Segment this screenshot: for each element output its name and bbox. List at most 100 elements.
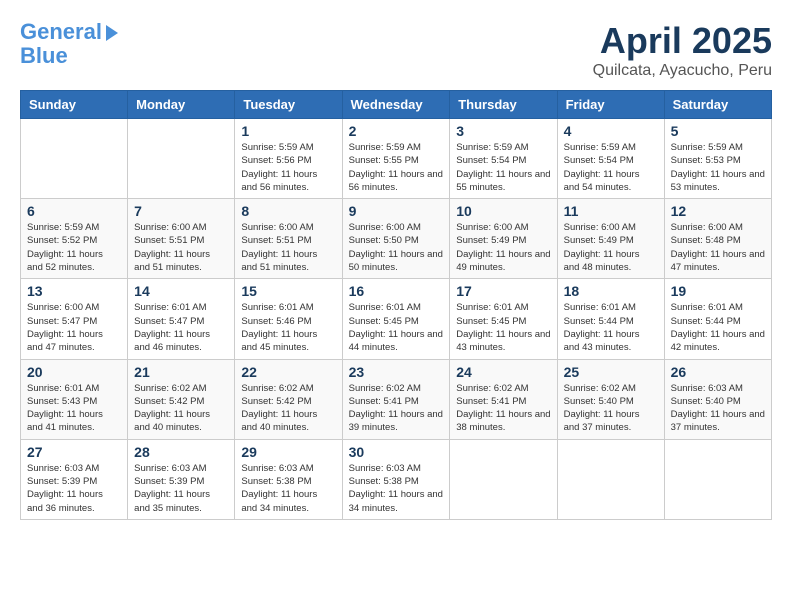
calendar-cell: 3 Sunrise: 5:59 AM Sunset: 5:54 PM Daylig… [450,119,557,199]
header-day-sunday: Sunday [21,91,128,119]
day-info: Sunrise: 6:00 AM Sunset: 5:49 PM Dayligh… [564,221,658,274]
day-number: 17 [456,283,550,299]
day-info: Sunrise: 6:03 AM Sunset: 5:38 PM Dayligh… [241,462,335,515]
logo-line1: General [20,19,102,44]
day-number: 20 [27,364,121,380]
day-number: 29 [241,444,335,460]
calendar-cell [664,439,771,519]
calendar-cell: 11 Sunrise: 6:00 AM Sunset: 5:49 PM Dayli… [557,199,664,279]
day-number: 15 [241,283,335,299]
day-info: Sunrise: 6:03 AM Sunset: 5:38 PM Dayligh… [349,462,444,515]
day-info: Sunrise: 6:00 AM Sunset: 5:51 PM Dayligh… [241,221,335,274]
header-day-monday: Monday [128,91,235,119]
calendar-cell: 14 Sunrise: 6:01 AM Sunset: 5:47 PM Dayli… [128,279,235,359]
day-info: Sunrise: 5:59 AM Sunset: 5:56 PM Dayligh… [241,141,335,194]
calendar-cell: 24 Sunrise: 6:02 AM Sunset: 5:41 PM Dayli… [450,359,557,439]
day-info: Sunrise: 5:59 AM Sunset: 5:54 PM Dayligh… [456,141,550,194]
header-day-friday: Friday [557,91,664,119]
day-number: 19 [671,283,765,299]
calendar-cell: 7 Sunrise: 6:00 AM Sunset: 5:51 PM Daylig… [128,199,235,279]
day-number: 5 [671,123,765,139]
calendar-cell: 4Sunrise: 5:59 AM Sunset: 5:54 PM Daylig… [557,119,664,199]
calendar-week-2: 6 Sunrise: 5:59 AM Sunset: 5:52 PM Daylig… [21,199,772,279]
day-number: 13 [27,283,121,299]
day-number: 14 [134,283,228,299]
day-number: 23 [349,364,444,380]
calendar-cell: 16 Sunrise: 6:01 AM Sunset: 5:45 PM Dayli… [342,279,450,359]
day-number: 11 [564,203,658,219]
calendar-week-3: 13 Sunrise: 6:00 AM Sunset: 5:47 PM Dayli… [21,279,772,359]
calendar-cell: 17 Sunrise: 6:01 AM Sunset: 5:45 PM Dayli… [450,279,557,359]
day-info: Sunrise: 6:02 AM Sunset: 5:41 PM Dayligh… [349,382,444,435]
day-number: 16 [349,283,444,299]
calendar-cell: 26 Sunrise: 6:03 AM Sunset: 5:40 PM Dayli… [664,359,771,439]
day-number: 18 [564,283,658,299]
title-area: April 2025 Quilcata, Ayacucho, Peru [593,20,772,80]
calendar-cell: 12 Sunrise: 6:00 AM Sunset: 5:48 PM Dayli… [664,199,771,279]
day-info: Sunrise: 6:01 AM Sunset: 5:44 PM Dayligh… [564,301,658,354]
day-info: Sunrise: 6:01 AM Sunset: 5:46 PM Dayligh… [241,301,335,354]
day-info: Sunrise: 6:00 AM Sunset: 5:48 PM Dayligh… [671,221,765,274]
day-info: Sunrise: 6:02 AM Sunset: 5:42 PM Dayligh… [241,382,335,435]
day-info: Sunrise: 6:01 AM Sunset: 5:44 PM Dayligh… [671,301,765,354]
day-info: Sunrise: 6:02 AM Sunset: 5:42 PM Dayligh… [134,382,228,435]
calendar-table: SundayMondayTuesdayWednesdayThursdayFrid… [20,90,772,520]
day-number: 24 [456,364,550,380]
calendar-header-row: SundayMondayTuesdayWednesdayThursdayFrid… [21,91,772,119]
calendar-cell [128,119,235,199]
day-number: 8 [241,203,335,219]
day-number: 9 [349,203,444,219]
calendar-cell: 20 Sunrise: 6:01 AM Sunset: 5:43 PM Dayli… [21,359,128,439]
day-info: Sunrise: 6:01 AM Sunset: 5:45 PM Dayligh… [456,301,550,354]
day-number: 25 [564,364,658,380]
day-info: Sunrise: 6:01 AM Sunset: 5:45 PM Dayligh… [349,301,444,354]
calendar-week-1: 1 Sunrise: 5:59 AM Sunset: 5:56 PM Daylig… [21,119,772,199]
day-info: Sunrise: 6:02 AM Sunset: 5:41 PM Dayligh… [456,382,550,435]
logo-icon [106,25,118,41]
header-day-saturday: Saturday [664,91,771,119]
day-number: 12 [671,203,765,219]
calendar-week-4: 20 Sunrise: 6:01 AM Sunset: 5:43 PM Dayli… [21,359,772,439]
day-number: 22 [241,364,335,380]
calendar-cell: 28Sunrise: 6:03 AM Sunset: 5:39 PM Dayli… [128,439,235,519]
calendar-cell: 30Sunrise: 6:03 AM Sunset: 5:38 PM Dayli… [342,439,450,519]
calendar-cell [450,439,557,519]
day-info: Sunrise: 6:00 AM Sunset: 5:49 PM Dayligh… [456,221,550,274]
calendar-cell: 23 Sunrise: 6:02 AM Sunset: 5:41 PM Dayli… [342,359,450,439]
calendar-cell [21,119,128,199]
calendar-cell: 9Sunrise: 6:00 AM Sunset: 5:50 PM Daylig… [342,199,450,279]
day-info: Sunrise: 6:01 AM Sunset: 5:43 PM Dayligh… [27,382,121,435]
day-info: Sunrise: 6:00 AM Sunset: 5:51 PM Dayligh… [134,221,228,274]
day-info: Sunrise: 6:00 AM Sunset: 5:47 PM Dayligh… [27,301,121,354]
calendar-cell: 22 Sunrise: 6:02 AM Sunset: 5:42 PM Dayli… [235,359,342,439]
day-number: 1 [241,123,335,139]
day-number: 2 [349,123,444,139]
calendar-cell: 2 Sunrise: 5:59 AM Sunset: 5:55 PM Daylig… [342,119,450,199]
calendar-week-5: 27Sunrise: 6:03 AM Sunset: 5:39 PM Dayli… [21,439,772,519]
day-info: Sunrise: 5:59 AM Sunset: 5:53 PM Dayligh… [671,141,765,194]
calendar-cell: 21 Sunrise: 6:02 AM Sunset: 5:42 PM Dayli… [128,359,235,439]
calendar-cell: 6 Sunrise: 5:59 AM Sunset: 5:52 PM Daylig… [21,199,128,279]
header-day-tuesday: Tuesday [235,91,342,119]
calendar-cell: 8 Sunrise: 6:00 AM Sunset: 5:51 PM Daylig… [235,199,342,279]
day-number: 26 [671,364,765,380]
calendar-title: April 2025 [593,20,772,62]
calendar-cell [557,439,664,519]
logo: General Blue [20,20,118,68]
calendar-cell: 5 Sunrise: 5:59 AM Sunset: 5:53 PM Daylig… [664,119,771,199]
calendar-cell: 1 Sunrise: 5:59 AM Sunset: 5:56 PM Daylig… [235,119,342,199]
day-number: 3 [456,123,550,139]
day-info: Sunrise: 5:59 AM Sunset: 5:52 PM Dayligh… [27,221,121,274]
day-number: 7 [134,203,228,219]
day-number: 21 [134,364,228,380]
calendar-cell: 10Sunrise: 6:00 AM Sunset: 5:49 PM Dayli… [450,199,557,279]
day-info: Sunrise: 6:01 AM Sunset: 5:47 PM Dayligh… [134,301,228,354]
day-info: Sunrise: 5:59 AM Sunset: 5:55 PM Dayligh… [349,141,444,194]
calendar-cell: 25Sunrise: 6:02 AM Sunset: 5:40 PM Dayli… [557,359,664,439]
calendar-cell: 18 Sunrise: 6:01 AM Sunset: 5:44 PM Dayli… [557,279,664,359]
day-number: 6 [27,203,121,219]
day-number: 4 [564,123,658,139]
calendar-cell: 29 Sunrise: 6:03 AM Sunset: 5:38 PM Dayli… [235,439,342,519]
day-info: Sunrise: 6:03 AM Sunset: 5:39 PM Dayligh… [27,462,121,515]
day-info: Sunrise: 6:03 AM Sunset: 5:40 PM Dayligh… [671,382,765,435]
